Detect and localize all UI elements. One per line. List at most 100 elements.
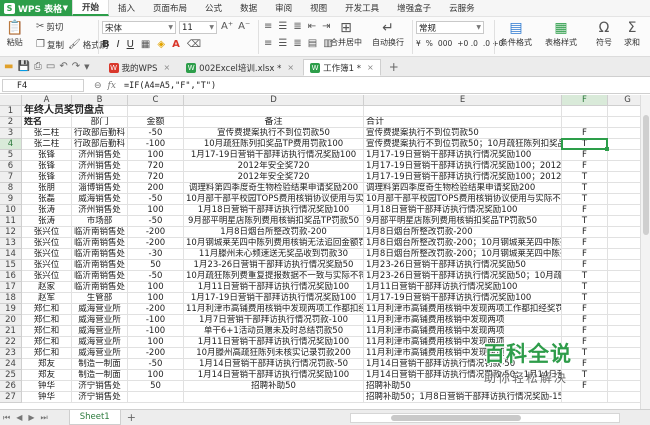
table-cell[interactable]: 临沂南销售处	[72, 238, 128, 249]
table-cell[interactable]: -100	[128, 139, 184, 150]
menu-item[interactable]: 插入	[109, 0, 144, 16]
print-icon[interactable]: ⎙	[34, 61, 42, 72]
row-header[interactable]: 12	[0, 227, 22, 238]
bold-button[interactable]: B	[102, 39, 110, 50]
row-header[interactable]: 7	[0, 172, 22, 183]
table-cell[interactable]: 1月23-26日营销干部拜访执行情况奖励50	[364, 260, 562, 271]
table-cell[interactable]: 郑仁和	[22, 315, 72, 326]
table-cell[interactable]: 张二柱	[22, 128, 72, 139]
formula-input[interactable]: =IF(A4=A5,"F","T")	[124, 81, 216, 91]
table-cell[interactable]: 临沂南销售处	[72, 282, 128, 293]
first-sheet-icon[interactable]: ⏮	[0, 413, 13, 423]
table-cell[interactable]: 10月部干部平校园TOPS费用核销协议使用与实际不符	[364, 194, 562, 205]
table-cell[interactable]: F	[562, 161, 608, 172]
align-center-icon[interactable]: ☰	[278, 39, 287, 49]
table-cell[interactable]: T	[562, 293, 608, 304]
table-cell[interactable]: 郑仁和	[22, 326, 72, 337]
table-cell[interactable]: 张磊	[22, 194, 72, 205]
table-cell[interactable]	[128, 106, 184, 117]
conditional-format-button[interactable]: ▤ 条件格式	[500, 21, 532, 48]
column-header[interactable]: D	[184, 95, 364, 106]
table-cell[interactable]: 张锋	[22, 161, 72, 172]
table-cell[interactable]: 行政部后勤科	[72, 128, 128, 139]
table-cell[interactable]: 1月7日营销干部拜访执行情况罚款-100	[184, 315, 364, 326]
table-cell[interactable]	[364, 106, 562, 117]
table-cell[interactable]: 11月利津市高铺费用核销中发现两项工作都扣经奖罚款200	[184, 304, 364, 315]
table-cell[interactable]: F	[562, 304, 608, 315]
row-header[interactable]: 20	[0, 315, 22, 326]
menu-item[interactable]: 公式	[196, 0, 231, 16]
indent-decrease-icon[interactable]: ⇤	[308, 22, 316, 32]
row-header[interactable]: 25	[0, 370, 22, 381]
table-cell[interactable]: 张锋	[22, 150, 72, 161]
table-cell[interactable]: 郑友	[22, 359, 72, 370]
table-cell[interactable]: 1月17-19日营销干部拜访执行情况奖励100	[184, 293, 364, 304]
redo-icon[interactable]: ↷	[72, 61, 80, 72]
table-cell[interactable]: T	[562, 216, 608, 227]
table-cell[interactable]: 100	[128, 337, 184, 348]
row-header[interactable]: 23	[0, 348, 22, 359]
table-cell[interactable]: 郑仁和	[22, 337, 72, 348]
table-cell[interactable]: 50	[128, 381, 184, 392]
table-cell[interactable]: 制造一制面	[72, 359, 128, 370]
table-cell[interactable]: F	[562, 128, 608, 139]
save-icon[interactable]: 💾	[17, 61, 29, 72]
prev-sheet-icon[interactable]: ◀	[13, 413, 25, 422]
table-cell[interactable]: 2012年安全奖720	[184, 172, 364, 183]
table-cell[interactable]: 张兴位	[22, 249, 72, 260]
document-tab[interactable]: W 我的WPS ×	[102, 59, 178, 76]
table-cell[interactable]: 100	[128, 370, 184, 381]
table-cell[interactable]: 1月11日营销干部拜访执行情况奖励100	[364, 282, 562, 293]
table-cell[interactable]: 720	[128, 172, 184, 183]
table-cell[interactable]: 1月11日营销干部拜访执行情况奖励100	[184, 337, 364, 348]
table-cell[interactable]: 1月17-19日营销干部拜访执行情况奖励100；2012年安全奖720	[364, 172, 562, 183]
table-cell[interactable]: 威海营业所	[72, 315, 128, 326]
thousands-button[interactable]: 000	[438, 39, 452, 48]
table-cell[interactable]: 200	[128, 183, 184, 194]
chevron-down-icon[interactable]: ▼	[84, 63, 89, 71]
document-tab[interactable]: W 002Excel培训.xlsx * ×	[179, 59, 301, 76]
menu-item[interactable]: 页面布局	[144, 0, 196, 16]
table-cell[interactable]: 1月14日营销干部拜访执行情况罚款-50	[184, 359, 364, 370]
table-cell[interactable]: 临沂南销售处	[72, 227, 128, 238]
table-cell[interactable]: 市场部	[72, 216, 128, 227]
close-icon[interactable]: ×	[287, 63, 294, 72]
row-header[interactable]: 27	[0, 392, 22, 403]
table-cell[interactable]: 招聘补助50；1月8日营销干部拜访执行情况奖励-150	[364, 392, 562, 403]
table-cell[interactable]: 宣传费提案执行不到位罚款50	[364, 128, 562, 139]
table-cell[interactable]: -50	[128, 271, 184, 282]
table-cell[interactable]: -30	[128, 249, 184, 260]
table-cell[interactable]: -100	[128, 315, 184, 326]
table-cell[interactable]: 张涛	[22, 205, 72, 216]
table-cell[interactable]: 张朋	[22, 183, 72, 194]
table-cell[interactable]: 11月滕州未心频速送无奖品收到罚款30	[184, 249, 364, 260]
function-icon[interactable]: fx	[108, 81, 116, 91]
border-icon[interactable]: ▦	[141, 39, 150, 50]
table-cell[interactable]: 制造一制面	[72, 370, 128, 381]
table-cell[interactable]: 11月利津市高铺费用核销中发现两项	[364, 315, 562, 326]
align-middle-icon[interactable]: ☰	[278, 22, 287, 32]
row-header[interactable]: 24	[0, 359, 22, 370]
sum-button[interactable]: Σ 求和	[624, 21, 640, 48]
table-cell[interactable]: T	[562, 172, 608, 183]
decrease-font-icon[interactable]: A⁻	[238, 22, 250, 32]
table-cell[interactable]: 100	[128, 205, 184, 216]
name-box[interactable]: F4	[2, 79, 84, 92]
table-cell[interactable]: 1月17-19日营销干部拜访执行情况奖励100	[184, 150, 364, 161]
table-cell[interactable]: -200	[128, 304, 184, 315]
table-cell[interactable]: 淄博销售处	[72, 183, 128, 194]
underline-button[interactable]: U	[127, 39, 134, 50]
menu-item[interactable]: 审阅	[266, 0, 301, 16]
increase-font-icon[interactable]: A⁺	[221, 22, 233, 32]
row-header[interactable]: 17	[0, 282, 22, 293]
table-cell[interactable]: 威海营业所	[72, 348, 128, 359]
table-cell[interactable]	[128, 392, 184, 403]
table-cell[interactable]: T	[562, 271, 608, 282]
row-header[interactable]: 14	[0, 249, 22, 260]
table-cell[interactable]: 张兴位	[22, 227, 72, 238]
close-icon[interactable]: ×	[367, 63, 374, 72]
table-cell[interactable]: 张涛	[22, 216, 72, 227]
table-cell[interactable]: 1月11日营销干部拜访执行情况奖励100	[184, 282, 364, 293]
table-cell[interactable]: 9月部平明星店陈列费用核销扣奖品TP罚款50	[364, 216, 562, 227]
table-cell[interactable]: -200	[128, 227, 184, 238]
